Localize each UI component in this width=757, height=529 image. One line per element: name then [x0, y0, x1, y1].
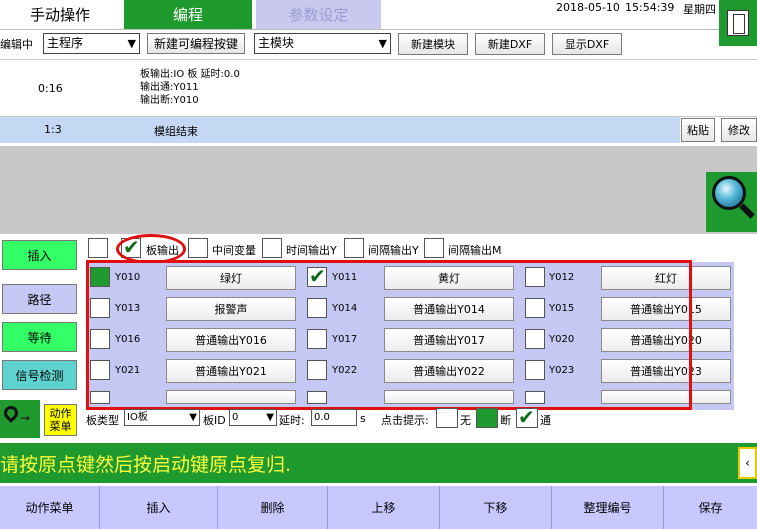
chevron-left-icon: ‹ [745, 456, 750, 470]
location-button[interactable]: → [0, 400, 40, 438]
save-button[interactable]: 保存 [664, 486, 757, 529]
row-line: 输出断:Y010 [140, 95, 199, 106]
hint-on-label: 通 [540, 414, 551, 427]
hint-none-label: 无 [460, 414, 471, 427]
chevron-down-icon: ▼ [127, 37, 136, 50]
row-content: 模组结束 [154, 125, 198, 138]
chevron-down-icon: ▼ [189, 412, 197, 423]
module-select-value: 主模块 [258, 36, 295, 50]
board-id-label: 板ID [203, 414, 226, 427]
chevron-down-icon: ▼ [378, 37, 387, 50]
interval-y-checkbox[interactable] [344, 238, 364, 258]
editing-label: 编辑中 [0, 38, 33, 51]
hint-off-label: 断 [500, 414, 511, 427]
modify-button[interactable]: 修改 [721, 118, 757, 142]
insert-bottom-button[interactable]: 插入 [100, 486, 218, 529]
hint-off-checkbox[interactable] [476, 408, 498, 428]
program-select-value: 主程序 [47, 36, 84, 50]
chevron-down-icon: ▼ [266, 412, 274, 423]
delay-unit: s [360, 412, 366, 425]
program-select[interactable]: 主程序 ▼ [43, 33, 140, 54]
row-index: 0:16 [38, 82, 63, 95]
interval-m-checkbox[interactable] [424, 238, 444, 258]
delete-button[interactable]: 删除 [218, 486, 328, 529]
tab-parameter-settings[interactable]: 参数设定 [256, 0, 381, 29]
exit-button[interactable] [719, 0, 757, 46]
action-menu-bottom-button[interactable]: 动作菜单 [0, 486, 100, 529]
highlight-rectangle [86, 260, 692, 410]
show-dxf-button[interactable]: 显示DXF [552, 33, 622, 55]
search-button[interactable] [706, 172, 757, 232]
signal-detect-button[interactable]: 信号检测 [2, 360, 77, 390]
board-type-value: IO板 [127, 412, 148, 423]
move-up-button[interactable]: 上移 [328, 486, 440, 529]
row-line: 输出通:Y011 [140, 82, 199, 93]
middle-var-checkbox[interactable] [188, 238, 208, 258]
board-type-label: 板类型 [86, 414, 119, 427]
tab-manual-operation[interactable]: 手动操作 [0, 0, 120, 29]
time-display: 15:54:39 [625, 1, 675, 14]
delay-label: 延时: [279, 414, 305, 427]
path-button[interactable]: 路径 [2, 284, 77, 314]
hint-on-checkbox[interactable]: ✔ [516, 405, 538, 429]
hint-none-checkbox[interactable] [436, 408, 458, 428]
module-select[interactable]: 主模块 ▼ [254, 33, 391, 54]
row-content: 板输出:IO 板 延时:0.0 输出通:Y011 输出断:Y010 [140, 68, 240, 107]
timed-output-checkbox[interactable] [262, 238, 282, 258]
wait-button[interactable]: 等待 [2, 322, 77, 352]
board-id-value: 0 [232, 412, 239, 423]
board-type-select[interactable]: IO板 ▼ [124, 409, 200, 426]
click-hint-label: 点击提示: [381, 414, 429, 427]
collapse-button[interactable]: ‹ [738, 447, 757, 479]
row-line: 板输出:IO 板 延时:0.0 [140, 69, 240, 80]
status-message: 请按原点键然后按启动键原点复归. [0, 454, 292, 476]
row-index: 1:3 [44, 123, 62, 136]
middle-var-label: 中间变量 [212, 244, 256, 257]
timed-output-label: 时间输出Y [286, 244, 337, 257]
program-row[interactable]: 0:16 板输出:IO 板 延时:0.0 输出通:Y011 输出断:Y010 [0, 60, 757, 116]
paste-button[interactable]: 粘贴 [681, 118, 715, 142]
program-row-selected[interactable]: 1:3 模组结束 [0, 117, 680, 143]
interval-m-label: 间隔输出M [448, 244, 502, 257]
new-programmable-key-button[interactable]: 新建可编程按键 [147, 33, 245, 54]
checkmark-icon: ✔ [518, 405, 535, 429]
renumber-button[interactable]: 整理编号 [552, 486, 664, 529]
board-id-select[interactable]: 0 ▼ [229, 409, 277, 426]
unlabeled-type-checkbox[interactable] [88, 238, 108, 258]
interval-y-label: 间隔输出Y [368, 244, 419, 257]
date-display: 2018-05-10 [556, 1, 620, 14]
move-down-button[interactable]: 下移 [440, 486, 552, 529]
insert-side-button[interactable]: 插入 [2, 240, 77, 270]
tab-programming[interactable]: 编程 [124, 0, 252, 29]
action-menu-label: 动作菜单 [49, 407, 72, 433]
action-menu-button[interactable]: 动作菜单 [44, 404, 77, 436]
program-list-empty-area [0, 146, 757, 234]
new-module-button[interactable]: 新建模块 [398, 33, 468, 55]
new-dxf-button[interactable]: 新建DXF [475, 33, 545, 55]
weekday-display: 星期四 [683, 3, 716, 16]
delay-input[interactable]: 0.0 [311, 409, 357, 426]
location-pin-icon [1, 403, 21, 423]
door-icon [727, 10, 749, 36]
